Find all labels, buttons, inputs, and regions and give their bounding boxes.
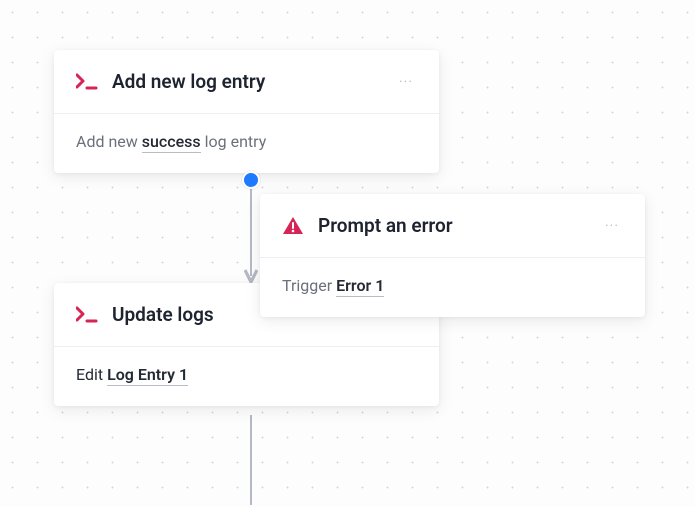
flow-canvas[interactable]: Add new log entry ··· Add new success lo… — [0, 0, 695, 507]
connector-1-2 — [244, 176, 258, 286]
body-emphasis: Error 1 — [336, 276, 384, 297]
connection-port[interactable] — [242, 171, 260, 189]
node-title: Prompt an error — [318, 214, 601, 237]
node-body: Add new success log entry — [54, 114, 439, 173]
node-header: Add new log entry ··· — [54, 50, 439, 114]
body-emphasis: success — [142, 132, 201, 153]
node-title: Add new log entry — [112, 70, 395, 93]
body-suffix: log entry — [201, 132, 267, 151]
connector-2-down — [244, 415, 258, 505]
node-menu-button[interactable]: ··· — [601, 216, 623, 236]
body-prefix: Edit — [76, 365, 107, 384]
terminal-icon — [76, 73, 102, 91]
body-prefix: Trigger — [282, 276, 336, 295]
node-prompt-error[interactable]: Prompt an error ··· Trigger Error 1 — [260, 194, 645, 317]
terminal-icon — [76, 306, 102, 324]
body-prefix: Add new — [76, 132, 142, 151]
node-body: Edit Log Entry 1 — [54, 347, 439, 406]
node-header: Prompt an error ··· — [260, 194, 645, 258]
node-body: Trigger Error 1 — [260, 258, 645, 317]
body-emphasis: Log Entry 1 — [107, 365, 188, 386]
error-icon — [282, 216, 308, 236]
node-menu-button[interactable]: ··· — [395, 72, 417, 92]
node-add-log-entry[interactable]: Add new log entry ··· Add new success lo… — [54, 50, 439, 173]
